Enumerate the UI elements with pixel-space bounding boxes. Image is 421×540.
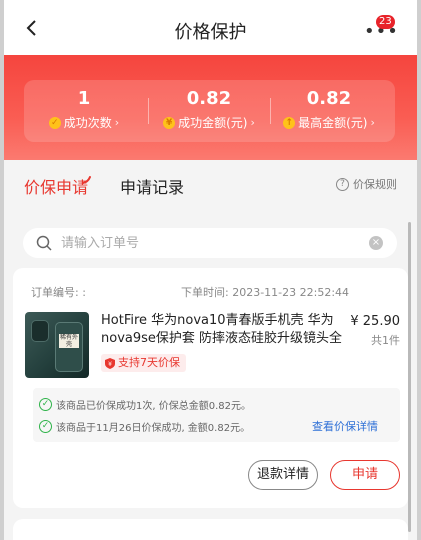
- search-bar: ×: [23, 228, 397, 258]
- refund-detail-button[interactable]: 退款详情: [248, 460, 318, 490]
- more-dots-icon[interactable]: •••: [364, 23, 399, 41]
- stats-card: 1 ✓ 成功次数 › 0.82 ¥ 成功金额(元) › 0.82 ↑ 最高金额(…: [24, 80, 395, 142]
- chevron-right-icon: ›: [114, 116, 120, 129]
- active-tab-indicator: [82, 176, 91, 184]
- chevron-right-icon: ›: [370, 116, 375, 129]
- thumb-tag: 稀有外壳: [59, 334, 79, 348]
- coin-up-icon: ↑: [283, 117, 296, 129]
- price-protection-info: ✓ 该商品已价保成功1次, 价保总金额0.82元。 ✓ 该商品于11月26日价保…: [33, 388, 400, 442]
- search-icon: [36, 235, 52, 251]
- stat-value: 0.82: [186, 88, 232, 109]
- stat-label-wrap: ↑ 最高金额(元) ›: [269, 116, 389, 130]
- product-quantity: 共1件: [371, 334, 400, 347]
- message-badge: 23: [376, 15, 395, 29]
- stat-label: 最高金额(元): [298, 116, 368, 130]
- thumb-phone-case: [31, 320, 49, 342]
- chevron-right-icon: ›: [250, 116, 255, 129]
- tab-bar: 价保申请 申请记录 ? 价保规则: [4, 160, 417, 212]
- question-icon: ?: [336, 177, 349, 191]
- stat-label: 成功金额(元): [178, 116, 248, 130]
- rules-link[interactable]: ? 价保规则: [336, 176, 397, 192]
- check-circle-icon: ✓: [39, 398, 52, 411]
- info-line: ✓ 该商品于11月26日价保成功, 金额0.82元。: [39, 419, 250, 434]
- stat-label-wrap: ✓ 成功次数 ›: [24, 116, 144, 130]
- scrollbar[interactable]: [408, 222, 411, 532]
- info-text: 该商品已价保成功1次, 价保总金额0.82元。: [56, 401, 251, 412]
- apply-button[interactable]: 申请: [330, 460, 400, 490]
- stat-value: 1: [77, 88, 91, 109]
- order-number-input[interactable]: [61, 228, 361, 258]
- order-time: 下单时间: 2023-11-23 22:52:44: [181, 286, 350, 299]
- tab-price-protection-apply[interactable]: 价保申请: [24, 174, 88, 198]
- stat-label-wrap: ¥ 成功金额(元) ›: [149, 116, 269, 130]
- stat-label: 成功次数: [63, 116, 112, 130]
- guarantee-label: 支持7天价保: [118, 356, 180, 369]
- product-title[interactable]: HotFire 华为nova10青春版手机壳 华为nova9se保护套 防摔液态…: [101, 312, 351, 348]
- navigation-bar: 价格保护 ••• 23: [4, 0, 417, 55]
- price-protection-header: 1 ✓ 成功次数 › 0.82 ¥ 成功金额(元) › 0.82 ↑ 最高金额(…: [4, 55, 417, 160]
- info-line: ✓ 该商品已价保成功1次, 价保总金额0.82元。: [39, 397, 251, 412]
- price-guarantee-badge: ¥ 支持7天价保: [101, 354, 186, 372]
- next-order-card: [13, 519, 408, 540]
- rules-label: 价保规则: [353, 178, 397, 191]
- product-price: ¥ 25.90: [350, 314, 400, 329]
- tab-apply-records[interactable]: 申请记录: [120, 174, 184, 198]
- info-text: 该商品于11月26日价保成功, 金额0.82元。: [56, 423, 251, 434]
- coin-check-icon: ✓: [48, 117, 61, 129]
- page-title: 价格保护: [174, 22, 247, 43]
- view-protection-detail-link[interactable]: 查看价保详情: [312, 418, 378, 434]
- order-number: 订单编号: :: [31, 286, 86, 299]
- app-frame: 价格保护 ••• 23 1 ✓ 成功次数 › 0.82 ¥ 成功金额(元) › …: [4, 0, 417, 540]
- order-card: 订单编号: : 下单时间: 2023-11-23 22:52:44 稀有外壳 H…: [13, 268, 408, 508]
- svg-text:¥: ¥: [108, 361, 112, 368]
- product-thumbnail[interactable]: 稀有外壳: [25, 312, 89, 378]
- coin-yen-icon: ¥: [163, 117, 176, 129]
- stat-max-amount[interactable]: 0.82 ↑ 最高金额(元) ›: [269, 88, 389, 130]
- check-circle-icon: ✓: [39, 420, 52, 433]
- shield-icon: ¥: [105, 357, 115, 369]
- clear-icon[interactable]: ×: [369, 236, 383, 250]
- stat-success-amount[interactable]: 0.82 ¥ 成功金额(元) ›: [149, 88, 269, 130]
- stat-value: 0.82: [306, 88, 352, 109]
- more-menu-button[interactable]: ••• 23: [360, 15, 399, 42]
- stat-success-count[interactable]: 1 ✓ 成功次数 ›: [24, 88, 144, 130]
